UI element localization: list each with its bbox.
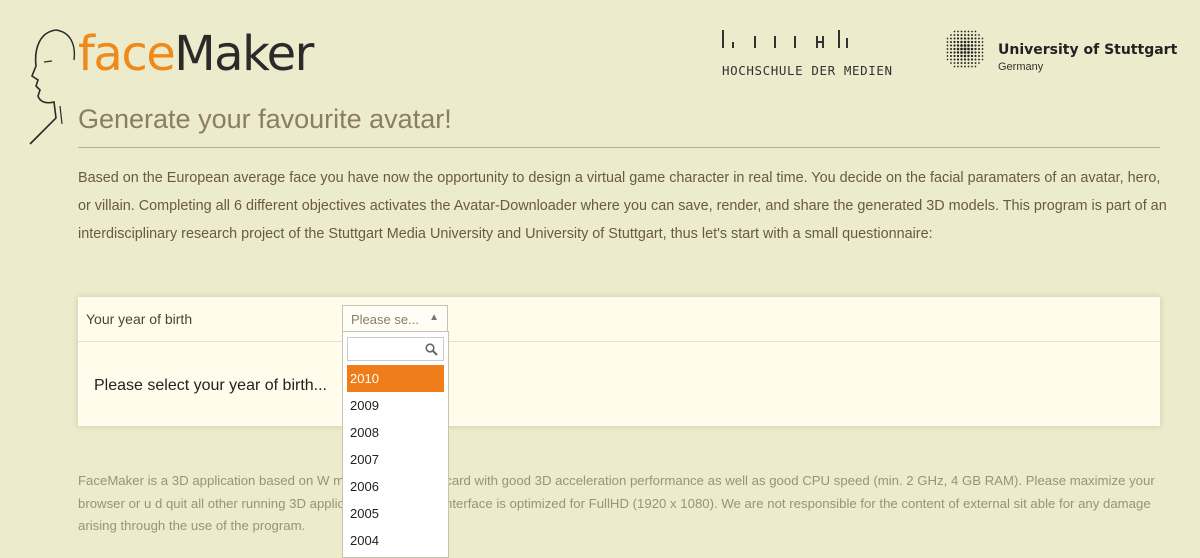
dropdown-option[interactable]: 2008 [343, 419, 448, 446]
dropdown-options: 2010 2009 2008 2007 2006 2005 2004 [343, 365, 448, 554]
footer-text: FaceMaker is a 3D application based on W… [78, 473, 1155, 533]
caret-up-icon: ▲ [429, 312, 439, 323]
birth-year-label: Your year of birth [86, 311, 193, 327]
uni-country: Germany [998, 61, 1044, 73]
dropdown-search-input[interactable] [350, 339, 424, 361]
dropdown-option[interactable]: 2005 [343, 500, 448, 527]
dropdown-option[interactable]: 2010 [347, 365, 444, 392]
search-icon [425, 343, 438, 356]
uni-emblem-icon [946, 30, 984, 68]
dropdown-option[interactable]: 2006 [343, 473, 448, 500]
uni-name: University of Stuttgart [998, 42, 1178, 58]
header-divider [78, 147, 1160, 148]
hdm-bars-icon [722, 30, 848, 48]
dropdown-option[interactable]: 2007 [343, 446, 448, 473]
hdm-logo[interactable]: HOCHSCHULE DER MEDIEN [722, 30, 893, 78]
tagline: Generate your favourite avatar! [78, 104, 452, 134]
logo-maker-text: Maker [174, 26, 314, 82]
dropdown-search [347, 337, 444, 361]
logo-face-text: face [78, 26, 176, 82]
dropdown-option[interactable]: 2004 [343, 527, 448, 554]
hdm-label: HOCHSCHULE DER MEDIEN [722, 63, 893, 78]
face-outline-icon [29, 29, 76, 145]
birth-year-select[interactable]: Please se... ▲ [342, 305, 448, 332]
select-value: Please se... [351, 312, 419, 327]
birth-year-row: Your year of birth Please se... ▲ [78, 297, 1160, 342]
facemaker-logo[interactable]: faceMaker [78, 30, 314, 78]
uni-stuttgart-logo[interactable]: University of Stuttgart Germany [942, 26, 1177, 73]
intro-text: Based on the European average face you h… [78, 170, 1167, 242]
select-prompt-message: Please select your year of birth... [94, 377, 327, 394]
dropdown-option[interactable]: 2009 [343, 392, 448, 419]
year-dropdown: 2010 2009 2008 2007 2006 2005 2004 [342, 331, 449, 558]
questionnaire-card: Your year of birth Please se... ▲ Please… [78, 297, 1160, 426]
